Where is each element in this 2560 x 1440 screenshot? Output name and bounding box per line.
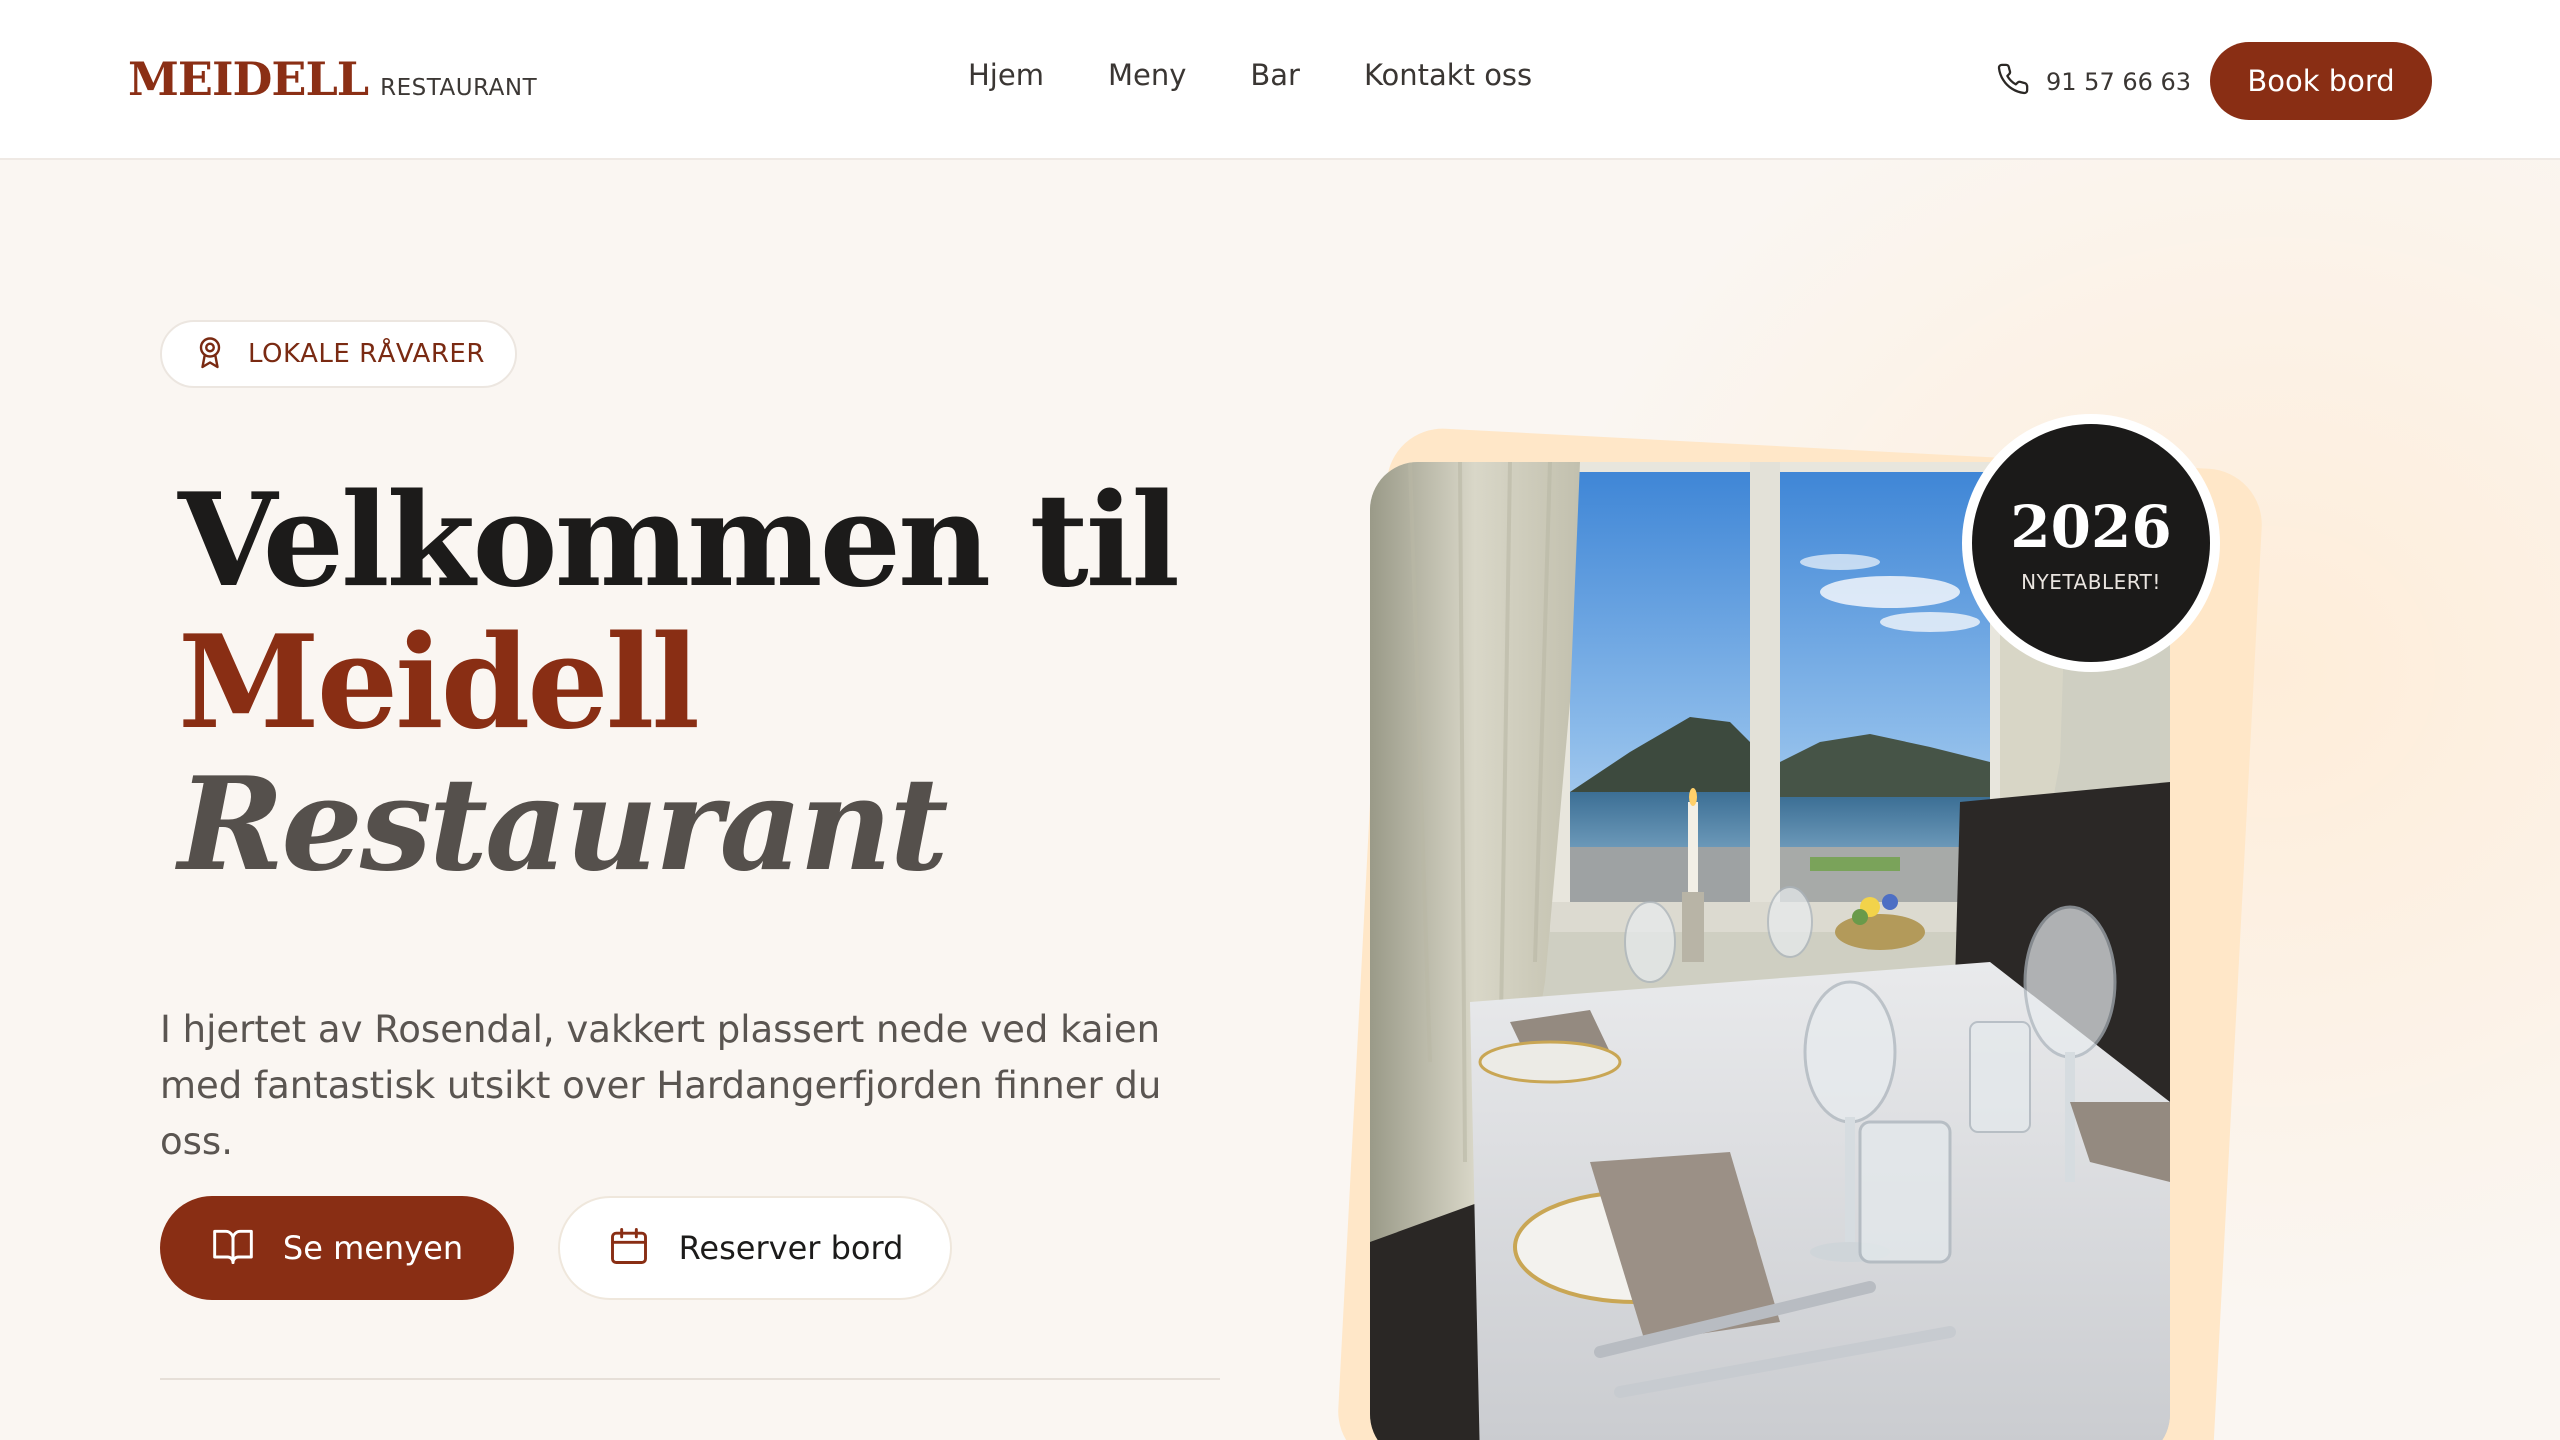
local-ingredients-badge: LOKALE RÅVARER <box>160 320 517 388</box>
see-menu-label: Se menyen <box>282 1229 464 1267</box>
hero-description: I hjertet av Rosendal, vakkert plassert … <box>160 1008 1162 1163</box>
established-badge-inner: 2026 NYETABLERT! <box>1972 424 2210 662</box>
section-divider <box>160 1378 1220 1380</box>
established-label: NYETABLERT! <box>2021 570 2161 594</box>
headline-line-1: Velkommen til <box>178 466 1180 616</box>
see-menu-button[interactable]: Se menyen <box>160 1196 514 1300</box>
logo[interactable]: MEIDELL RESTAURANT <box>128 52 537 106</box>
phone-number: 91 57 66 63 <box>2046 68 2192 96</box>
nav-link-bar[interactable]: Bar <box>1250 58 1300 92</box>
nav-link-kontakt[interactable]: Kontakt oss <box>1364 58 1532 92</box>
book-table-button[interactable]: Book bord <box>2210 42 2432 120</box>
nav-link-hjem[interactable]: Hjem <box>968 58 1044 92</box>
phone-icon <box>1996 62 2030 102</box>
calendar-icon <box>607 1224 651 1272</box>
logo-wordmark: MEIDELL <box>128 52 369 106</box>
headline-line-3: Restaurant <box>178 750 949 900</box>
established-year: 2026 <box>2010 493 2172 561</box>
site-header: MEIDELL RESTAURANT Hjem Meny Bar Kontakt… <box>0 0 2560 160</box>
badge-label: LOKALE RÅVARER <box>248 339 485 369</box>
hero-headline: Velkommen til Meidell Restaurant <box>178 466 1180 900</box>
nav-link-meny[interactable]: Meny <box>1108 58 1186 92</box>
phone-link[interactable]: 91 57 66 63 <box>1996 62 2191 102</box>
book-open-icon <box>211 1224 255 1272</box>
reserve-table-button[interactable]: Reserver bord <box>558 1196 952 1300</box>
logo-subtitle: RESTAURANT <box>380 75 538 101</box>
established-badge: 2026 NYETABLERT! <box>1962 414 2220 672</box>
headline-line-2: Meidell <box>178 608 700 758</box>
main-nav: Hjem Meny Bar Kontakt oss <box>968 58 1532 92</box>
award-icon <box>192 334 228 374</box>
reserve-table-label: Reserver bord <box>678 1229 904 1267</box>
